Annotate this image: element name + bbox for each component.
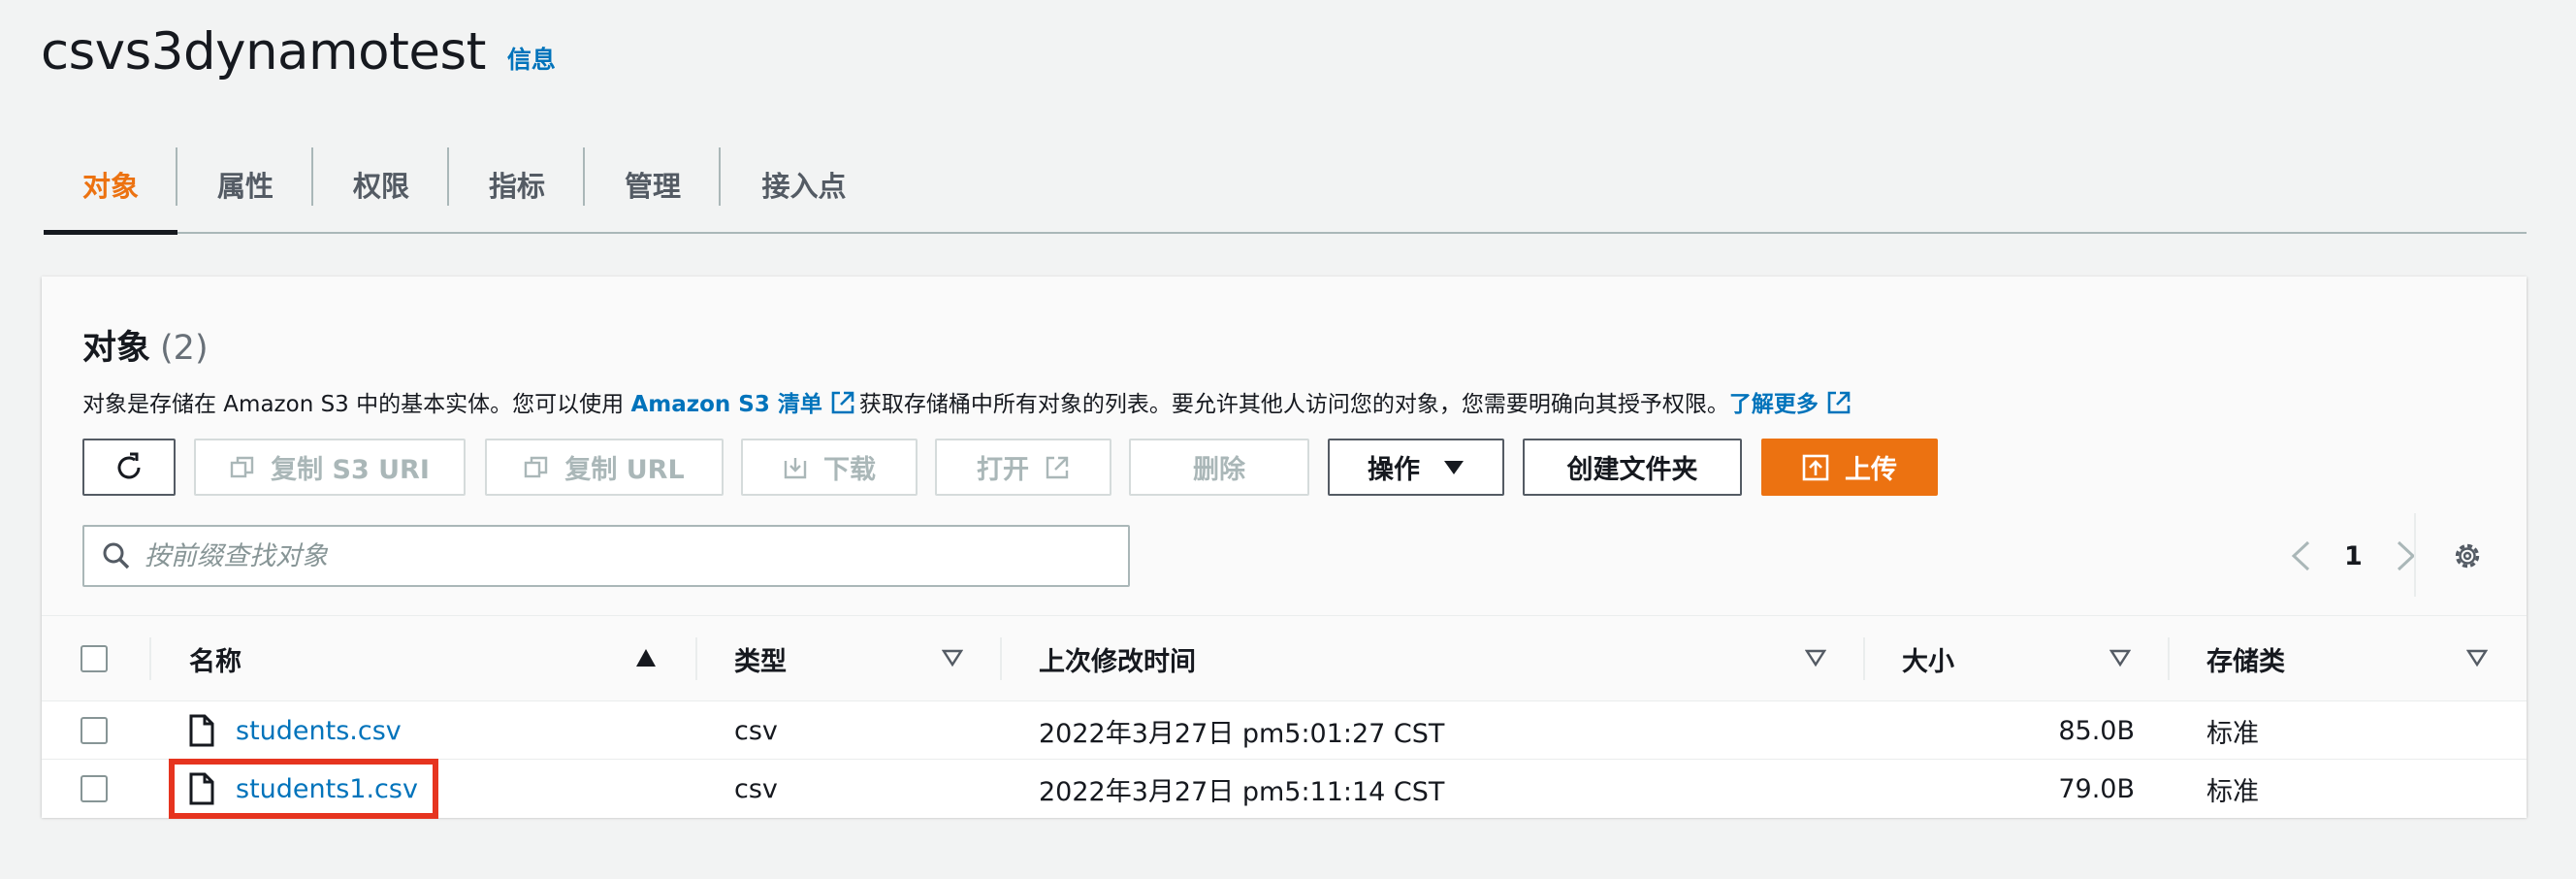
highlight-annotation-box [169,759,438,819]
search-icon [103,542,130,570]
sort-icon[interactable] [2466,648,2488,667]
tab-permissions[interactable]: 权限 [313,136,449,232]
preferences [2451,517,2484,595]
copy-icon [230,456,254,477]
copy-url-button[interactable]: 复制 URL [485,439,724,496]
bucket-tabs: 对象 属性 权限 指标 管理 接入点 [44,136,2527,235]
sort-ascending-icon[interactable] [635,648,657,667]
pagination: 1 [2290,517,2417,595]
upload-button[interactable]: 上传 [1761,439,1938,496]
table-row: students.csv csv 2022年3月27日 pm5:01:27 CS… [42,701,2527,760]
select-all-checkbox[interactable] [80,645,108,672]
column-label: 名称 [189,646,242,677]
column-last-modified[interactable]: 上次修改时间 [1039,616,1196,701]
delete-button[interactable]: 删除 [1129,439,1309,496]
table-header: 名称 类型 上次修改时间 大小 存储类 [42,616,2527,701]
search-box[interactable] [82,525,1130,587]
object-size: 85.0B [2058,715,2135,746]
bucket-name: csvs3dynamotest [41,21,486,81]
button-label: 复制 S3 URI [271,455,430,485]
column-label: 上次修改时间 [1039,646,1196,677]
info-link[interactable]: 信息 [507,41,556,76]
current-page[interactable]: 1 [2344,541,2363,571]
pager-divider [2414,513,2416,597]
table-row: students1.csv csv 2022年3月27日 pm5:11:14 C… [42,759,2527,819]
external-link-icon [1827,391,1851,414]
inventory-link[interactable]: Amazon S3 清单 [630,392,821,417]
column-storage-class[interactable]: 存储类 [2206,616,2285,701]
tab-label: 接入点 [761,169,847,203]
tab-objects[interactable]: 对象 [44,136,177,235]
button-label: 删除 [1193,455,1245,485]
tab-label: 对象 [81,169,139,203]
download-button[interactable]: 下载 [741,439,918,496]
tab-properties[interactable]: 属性 [177,136,313,232]
description-text: 对象是存储在 Amazon S3 中的基本实体。您可以使用 [82,392,631,417]
object-name-link[interactable]: students.csv [236,701,402,760]
objects-title-text: 对象 [82,329,151,368]
tab-metrics[interactable]: 指标 [449,136,585,232]
column-label: 存储类 [2206,646,2285,677]
learn-more-link[interactable]: 了解更多 [1729,392,1819,417]
download-icon [784,457,807,478]
search-input[interactable] [145,540,1076,571]
objects-title: 对象 (2) [82,320,209,370]
column-name[interactable]: 名称 [189,616,242,701]
create-folder-button[interactable]: 创建文件夹 [1523,439,1742,496]
column-label: 类型 [734,646,787,677]
external-link-icon [831,391,854,414]
sort-icon[interactable] [2109,648,2131,667]
object-type: csv [734,715,778,746]
caret-down-icon [1444,460,1464,474]
tab-label: 属性 [216,169,274,203]
tab-label: 管理 [624,169,681,203]
row-checkbox[interactable] [80,717,108,744]
column-size[interactable]: 大小 [1902,616,1954,701]
sort-icon[interactable] [1805,648,1826,667]
copy-icon [525,456,548,477]
description-text: 获取存储桶中所有对象的列表。要允许其他人访问您的对象，您需要明确向其授予权限。 [858,392,1729,417]
button-label: 上传 [1845,455,1897,485]
upload-icon [1802,454,1829,480]
button-label: 下载 [823,455,876,485]
tab-management[interactable]: 管理 [585,136,721,232]
button-label: 打开 [977,455,1029,485]
refresh-icon [117,452,141,478]
row-checkbox[interactable] [80,775,108,802]
column-label: 大小 [1902,646,1954,677]
external-link-icon [1046,456,1069,478]
object-storage-class: 标准 [2206,718,2259,749]
column-type[interactable]: 类型 [734,616,787,701]
objects-description: 对象是存储在 Amazon S3 中的基本实体。您可以使用 Amazon S3 … [82,385,1855,418]
refresh-button[interactable] [82,439,176,496]
page-header: csvs3dynamotest 信息 [41,8,556,95]
tab-label: 权限 [352,169,409,203]
open-button[interactable]: 打开 [935,439,1111,496]
button-label: 创建文件夹 [1566,455,1698,485]
button-label: 复制 URL [564,455,685,485]
object-size: 79.0B [2058,773,2135,804]
object-type: csv [734,773,778,804]
objects-panel: 对象 (2) 对象是存储在 Amazon S3 中的基本实体。您可以使用 Amaz… [42,277,2527,819]
sort-icon[interactable] [942,648,963,667]
file-icon [189,714,214,747]
tab-label: 指标 [488,169,545,203]
gear-icon[interactable] [2451,539,2484,572]
objects-panel-header: 对象 (2) 对象是存储在 Amazon S3 中的基本实体。您可以使用 Amaz… [42,277,2527,616]
button-label: 操作 [1368,455,1420,485]
object-storage-class: 标准 [2206,776,2259,807]
tab-access-points[interactable]: 接入点 [721,136,887,232]
objects-count: (2) [160,329,209,368]
chevron-left-icon[interactable] [2290,539,2311,572]
actions-dropdown-button[interactable]: 操作 [1328,439,1504,496]
object-last-modified: 2022年3月27日 pm5:01:27 CST [1039,718,1445,749]
object-last-modified: 2022年3月27日 pm5:11:14 CST [1039,776,1445,807]
copy-s3-uri-button[interactable]: 复制 S3 URI [194,439,466,496]
